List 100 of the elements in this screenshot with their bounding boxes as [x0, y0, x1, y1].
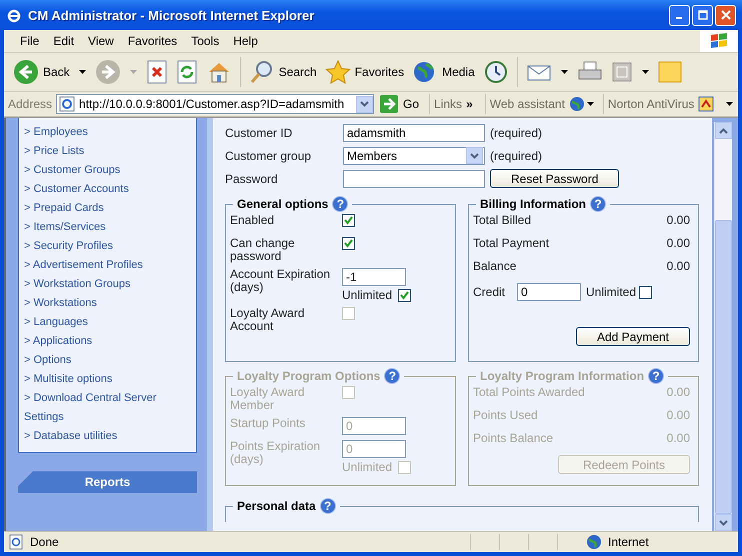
- field-label: Customer group: [225, 148, 312, 163]
- sidebar-link[interactable]: > Customer Groups: [24, 161, 196, 180]
- address-label: Address: [8, 97, 52, 112]
- dropdown[interactable]: Members: [343, 146, 485, 165]
- panel-title: Loyalty Program Information: [480, 369, 644, 384]
- go-button[interactable]: Go: [378, 95, 426, 114]
- antivirus-label[interactable]: Norton AntiVirus: [608, 97, 694, 112]
- scroll-up-icon[interactable]: [719, 128, 728, 134]
- menu-item[interactable]: File: [13, 34, 46, 48]
- sidebar-link[interactable]: > Database utilities: [24, 427, 196, 446]
- panel-title: General options: [237, 197, 328, 212]
- minimize-button[interactable]: [669, 4, 690, 26]
- scroll-down-icon[interactable]: [719, 520, 728, 526]
- web-assistant-label[interactable]: Web assistant: [490, 97, 565, 112]
- dropdown-arrow-icon[interactable]: [726, 102, 734, 106]
- reset-password-button[interactable]: Reset Password: [490, 169, 620, 188]
- checkbox[interactable]: [342, 214, 355, 228]
- checkbox[interactable]: [639, 286, 652, 299]
- search-icon[interactable]: [248, 60, 275, 84]
- sidebar-link[interactable]: > Security Profiles: [24, 237, 196, 256]
- option-label: Total Payment: [473, 237, 550, 250]
- input-field[interactable]: -1: [342, 268, 406, 286]
- option-label: Points Balance: [473, 432, 554, 446]
- amount-value: 0.00: [666, 432, 691, 446]
- sidebar-link[interactable]: > Customer Accounts: [24, 180, 196, 200]
- sidebar-link[interactable]: > Applications: [24, 332, 196, 352]
- status-text: Done: [30, 535, 60, 550]
- amount-value: 0.00: [666, 214, 691, 228]
- toolbar-button[interactable]: Media: [409, 58, 478, 86]
- option-label: Loyalty Award Account: [230, 307, 306, 334]
- close-button[interactable]: [715, 4, 736, 26]
- globe-icon[interactable]: [568, 96, 595, 112]
- maximize-icon[interactable]: [698, 10, 708, 20]
- field-label: Password: [225, 172, 279, 186]
- sidebar-link[interactable]: > Employees: [24, 123, 196, 142]
- sidebar-link[interactable]: > Workstations: [24, 294, 196, 314]
- scrollbar[interactable]: [714, 122, 732, 532]
- option-label: Credit: [473, 286, 506, 299]
- option-label: Can change password: [230, 237, 296, 264]
- sidebar-link[interactable]: > Languages: [24, 313, 196, 332]
- menu-item[interactable]: View: [81, 34, 121, 48]
- input-field[interactable]: 0: [517, 283, 581, 302]
- page-icon: [8, 534, 24, 550]
- checkbox[interactable]: [342, 237, 355, 250]
- sidebar-link[interactable]: > Download Central Server Settings: [24, 389, 196, 428]
- option-label: Loyalty Award Member: [230, 386, 306, 412]
- page-icon: [59, 96, 76, 112]
- help-icon[interactable]: ?: [590, 196, 606, 212]
- field-label: Customer ID: [225, 126, 294, 140]
- panel-title: Loyalty Program Options: [237, 369, 380, 384]
- sidebar-link[interactable]: > Advertisement Profiles: [24, 256, 196, 276]
- menu-item[interactable]: Tools: [184, 34, 226, 48]
- unlimited-label: Unlimited: [342, 461, 392, 474]
- maximize-button[interactable]: [692, 4, 713, 26]
- amount-value: 0.00: [666, 237, 691, 250]
- globe-icon: [586, 534, 602, 550]
- unlimited-label: Unlimited: [342, 289, 392, 302]
- sidebar-link[interactable]: > Prepaid Cards: [24, 199, 196, 218]
- input-field[interactable]: adamsmith: [343, 124, 485, 142]
- security-zone-text: Internet: [608, 535, 650, 550]
- menu-item[interactable]: Favorites: [120, 34, 184, 48]
- toolbar-button[interactable]: Favorites: [322, 58, 408, 86]
- option-label: Account Expiration (days): [230, 268, 332, 294]
- go-arrow-icon[interactable]: [380, 95, 398, 114]
- required-note: (required): [490, 148, 542, 163]
- menu-item[interactable]: Help: [226, 34, 265, 48]
- help-icon[interactable]: ?: [332, 196, 348, 212]
- window-title: CM Administrator - Microsoft Internet Explorer: [28, 8, 316, 22]
- sidebar-link[interactable]: > Items/Services: [24, 218, 196, 238]
- input-field: 0: [342, 440, 406, 458]
- password-field[interactable]: [343, 170, 485, 188]
- links-label[interactable]: Links: [434, 97, 462, 112]
- option-label: Total Points Awarded: [473, 386, 586, 400]
- windows-logo-icon: [700, 30, 738, 52]
- amount-value: 0.00: [666, 409, 691, 422]
- panel-title: Billing Information: [480, 197, 586, 212]
- reports-header[interactable]: Reports: [18, 471, 197, 494]
- unlimited-label: Unlimited: [586, 286, 636, 299]
- address-field[interactable]: http://10.0.0.9:8001/Customer.asp?ID=adamsmith: [56, 94, 374, 114]
- star-icon[interactable]: [324, 60, 351, 84]
- option-label: Points Used: [473, 409, 539, 422]
- option-label: Balance: [473, 260, 518, 274]
- menu-item[interactable]: Edit: [46, 34, 82, 48]
- sidebar-link[interactable]: > Workstation Groups: [24, 275, 196, 294]
- amount-value: 0.00: [666, 260, 691, 274]
- panel-title: Personal data: [237, 499, 316, 514]
- sidebar-link[interactable]: > Multisite options: [24, 370, 196, 390]
- help-icon[interactable]: ?: [320, 498, 336, 514]
- sidebar-link[interactable]: > Price Lists: [24, 142, 196, 162]
- sidebar-link[interactable]: > Options: [24, 351, 196, 370]
- toolbar-button[interactable]: Search: [246, 58, 320, 86]
- more-chevron[interactable]: »: [466, 97, 473, 112]
- close-icon[interactable]: [720, 10, 730, 20]
- browser-logo-icon: [6, 7, 22, 23]
- checkbox[interactable]: [398, 289, 412, 302]
- required-note: (required): [490, 126, 542, 140]
- antivirus-icon[interactable]: [698, 96, 714, 112]
- toolbar-button[interactable]: Back: [10, 57, 73, 88]
- panel-button[interactable]: Add Payment: [576, 327, 690, 346]
- option-label: Enabled: [230, 214, 276, 228]
